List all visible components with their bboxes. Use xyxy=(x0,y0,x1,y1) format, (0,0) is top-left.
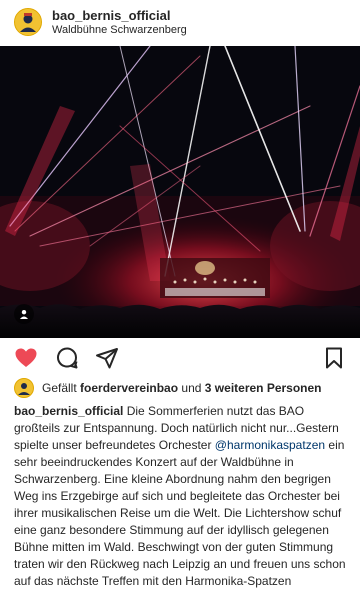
post-caption: bao_bernis_official Die Sommerferien nut… xyxy=(14,403,350,590)
post-username[interactable]: bao_bernis_official xyxy=(52,8,187,23)
likes-prefix: Gefällt xyxy=(42,381,77,395)
user-tag-icon[interactable] xyxy=(14,304,34,324)
likes-others[interactable]: 3 weiteren Personen xyxy=(205,381,322,395)
caption-mention[interactable]: @harmonikaspatzen xyxy=(215,438,325,452)
send-icon[interactable] xyxy=(95,346,119,370)
caption-text-part2: ein sehr beeindruckendes Konzert auf der… xyxy=(14,438,346,588)
likes-connector: und xyxy=(181,381,202,395)
post-photo[interactable] xyxy=(0,46,360,338)
liker-avatar[interactable] xyxy=(14,378,34,398)
comment-icon[interactable] xyxy=(55,346,79,370)
heart-icon[interactable] xyxy=(14,346,38,370)
post-location[interactable]: Waldbühne Schwarzenberg xyxy=(52,23,187,37)
likes-line: Gefällt foerdervereinbao und 3 weiteren … xyxy=(14,378,322,398)
likes-user[interactable]: foerdervereinbao xyxy=(80,381,178,395)
caption-username[interactable]: bao_bernis_official xyxy=(14,404,123,418)
bookmark-icon[interactable] xyxy=(322,346,346,370)
action-bar xyxy=(0,344,360,372)
avatar[interactable] xyxy=(14,8,42,36)
post-header: bao_bernis_official Waldbühne Schwarzenb… xyxy=(0,0,360,44)
